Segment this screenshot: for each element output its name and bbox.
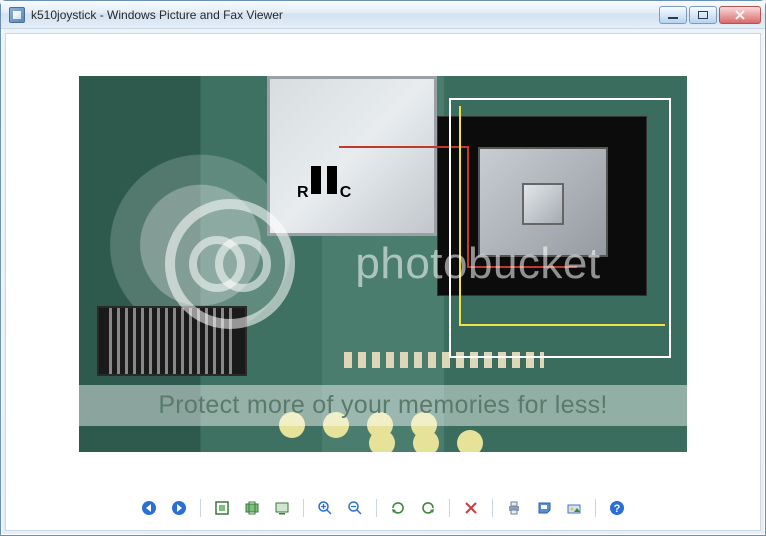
app-window: k510joystick - Windows Picture and Fax V… (0, 0, 766, 536)
window-controls (657, 6, 761, 24)
window-title: k510joystick - Windows Picture and Fax V… (31, 8, 657, 22)
best-fit-button[interactable] (211, 497, 233, 519)
print-button[interactable] (503, 497, 525, 519)
slideshow-button[interactable] (271, 497, 293, 519)
separator (449, 499, 450, 517)
app-icon (9, 7, 25, 23)
ic-chip (97, 306, 247, 376)
minimize-button[interactable] (659, 6, 687, 24)
client-area: R C photobucket Protect more of your mem… (5, 33, 761, 531)
label-c: C (340, 184, 352, 201)
previous-button[interactable] (138, 497, 160, 519)
actual-size-button[interactable] (241, 497, 263, 519)
toolbar: ? (6, 494, 760, 530)
zoom-in-button[interactable] (314, 497, 336, 519)
separator (595, 499, 596, 517)
edit-button[interactable] (563, 497, 585, 519)
titlebar[interactable]: k510joystick - Windows Picture and Fax V… (1, 1, 765, 29)
separator (376, 499, 377, 517)
separator (303, 499, 304, 517)
gold-pads-row2 (369, 430, 483, 452)
svg-text:?: ? (614, 503, 621, 515)
delete-button[interactable] (460, 497, 482, 519)
watermark-tagline: Protect more of your memories for less! (79, 385, 687, 426)
next-button[interactable] (168, 497, 190, 519)
r-label: R C (297, 184, 351, 202)
trace-white (449, 98, 671, 358)
separator (492, 499, 493, 517)
copy-to-button[interactable] (533, 497, 555, 519)
image-viewport[interactable]: R C photobucket Protect more of your mem… (79, 76, 687, 452)
metal-shield (267, 76, 437, 236)
rotate-ccw-button[interactable] (417, 497, 439, 519)
label-r: R (297, 184, 309, 201)
separator (200, 499, 201, 517)
zoom-out-button[interactable] (344, 497, 366, 519)
help-button[interactable]: ? (606, 497, 628, 519)
maximize-button[interactable] (689, 6, 717, 24)
rotate-cw-button[interactable] (387, 497, 409, 519)
close-button[interactable] (719, 6, 761, 24)
